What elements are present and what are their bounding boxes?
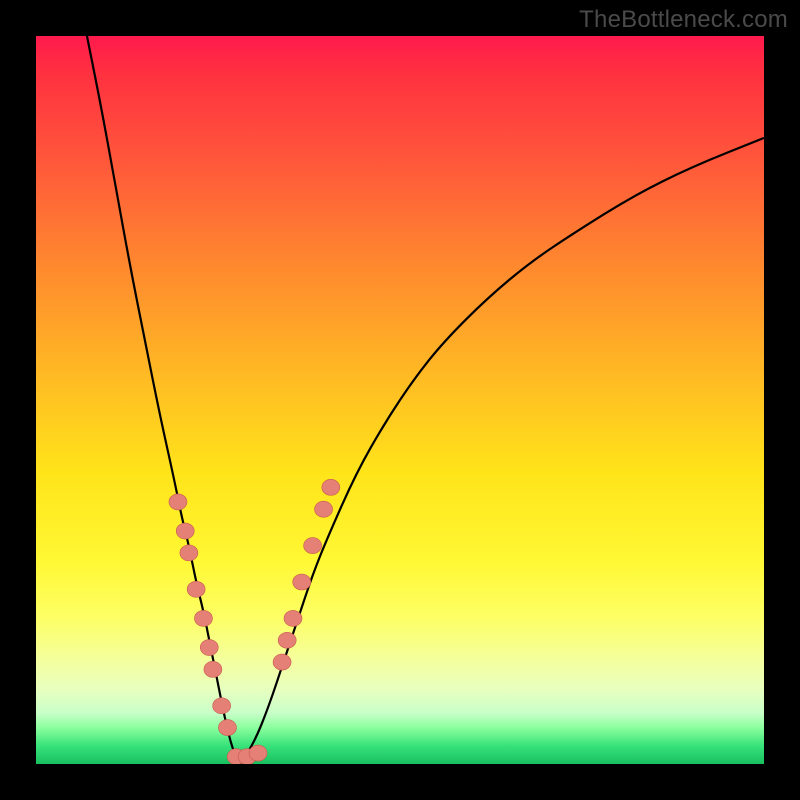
curve-marker bbox=[304, 538, 322, 554]
curve-marker bbox=[169, 494, 187, 510]
curve-marker bbox=[204, 661, 222, 677]
curve-markers bbox=[169, 479, 340, 764]
curve-marker bbox=[180, 545, 198, 561]
watermark-text: TheBottleneck.com bbox=[579, 6, 788, 34]
curve-marker bbox=[218, 720, 236, 736]
curve-left-branch bbox=[87, 36, 240, 764]
curve-marker bbox=[322, 479, 340, 495]
curve-marker bbox=[284, 610, 302, 626]
curve-right-branch bbox=[240, 138, 764, 764]
curve-marker bbox=[249, 745, 267, 761]
curve-marker bbox=[273, 654, 291, 670]
curve-marker bbox=[194, 610, 212, 626]
chart-frame: TheBottleneck.com bbox=[0, 0, 800, 800]
curve-marker bbox=[278, 632, 296, 648]
curve-marker bbox=[315, 501, 333, 517]
curve-marker bbox=[176, 523, 194, 539]
plot-area bbox=[36, 36, 764, 764]
curve-marker bbox=[293, 574, 311, 590]
bottleneck-curve bbox=[36, 36, 764, 764]
curve-marker bbox=[187, 581, 205, 597]
curve-marker bbox=[200, 640, 218, 656]
curve-marker bbox=[213, 698, 231, 714]
